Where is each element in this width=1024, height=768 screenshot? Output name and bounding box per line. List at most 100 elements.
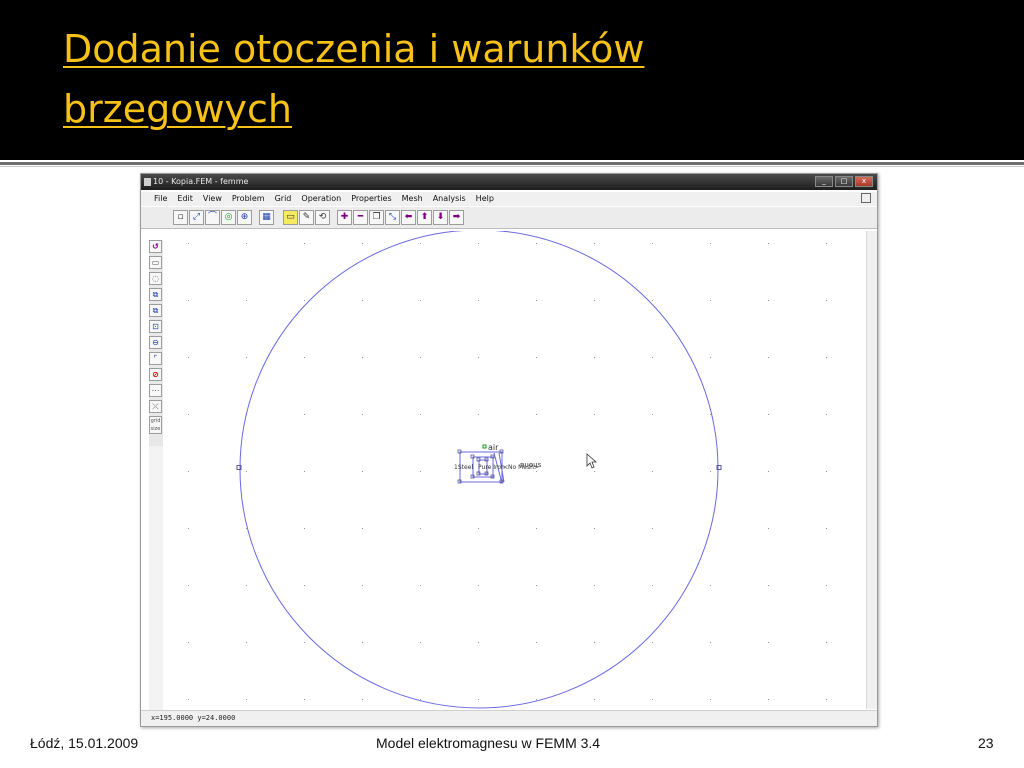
grid-dot (652, 528, 653, 529)
snap-grid-icon[interactable]: ⤫ (149, 400, 162, 413)
grid-dot (478, 585, 479, 586)
toolbar-grid-group: ▦ (259, 210, 274, 226)
grid-dot (768, 642, 769, 643)
pan-left-icon[interactable]: ⬅ (401, 210, 416, 225)
group-mode-icon[interactable]: ⊕ (237, 210, 252, 225)
restore-child-icon[interactable] (861, 193, 871, 203)
grid-dot (478, 243, 479, 244)
zoom-in-icon[interactable]: ✚ (337, 210, 352, 225)
undo-icon[interactable]: ↺ (149, 240, 162, 253)
toolbar-mesh-group: ▭ ✎ ⟲ (283, 210, 330, 226)
pan-right-icon[interactable]: ➡ (449, 210, 464, 225)
right-edge-panel (866, 231, 877, 709)
menu-help[interactable]: Help (471, 192, 499, 206)
block-label-mode-icon[interactable]: ◎ (221, 210, 236, 225)
grid-dot (652, 414, 653, 415)
grid-dot (826, 642, 827, 643)
left-toolbar-spacer (149, 446, 163, 714)
grid-dot (536, 300, 537, 301)
app-icon (144, 178, 151, 186)
copy-icon[interactable]: ⧉ (149, 288, 162, 301)
menu-edit[interactable]: Edit (172, 192, 198, 206)
zoom-window-icon[interactable]: ⤡ (385, 210, 400, 225)
block-marker-air[interactable] (482, 444, 487, 449)
grid-dot (536, 471, 537, 472)
menu-mesh[interactable]: Mesh (397, 192, 428, 206)
label-right-material-2: nuous (520, 461, 542, 469)
mouse-cursor-icon (586, 453, 598, 469)
title-divider-light (0, 166, 1024, 167)
grid-dot (594, 528, 595, 529)
grid-dot (362, 243, 363, 244)
grid-dot (304, 699, 305, 700)
maximize-button[interactable]: □ (835, 176, 853, 187)
grid-dot (362, 471, 363, 472)
grid-dot (304, 528, 305, 529)
node-mode-icon[interactable]: ▫ (173, 210, 188, 225)
grid-size-icon[interactable]: grid size (149, 416, 162, 434)
mesh-icon[interactable]: ▭ (283, 210, 298, 225)
grid-dot (362, 414, 363, 415)
grid-dot (188, 243, 189, 244)
grid-dot (304, 585, 305, 586)
grid-dot (536, 699, 537, 700)
grid-dot (710, 471, 711, 472)
menu-problem[interactable]: Problem (227, 192, 270, 206)
grid-dot (710, 357, 711, 358)
show-grid-icon[interactable]: ⋯ (149, 384, 162, 397)
grid-dot (710, 414, 711, 415)
grid-dot (304, 300, 305, 301)
scale-icon[interactable]: ⊡ (149, 320, 162, 333)
grid-dot (188, 528, 189, 529)
analyze-icon[interactable]: ✎ (299, 210, 314, 225)
select-rectangle-icon[interactable]: ▭ (149, 256, 162, 269)
grid-dot (594, 585, 595, 586)
fillet-icon[interactable]: ⌜ (149, 352, 162, 365)
segment-mode-icon[interactable]: ⤢ (189, 210, 204, 225)
grid-dot (826, 471, 827, 472)
label-air: air (488, 443, 499, 452)
menu-properties[interactable]: Properties (346, 192, 396, 206)
move-icon[interactable]: ⧉ (149, 304, 162, 317)
select-circle-icon[interactable]: ◌ (149, 272, 162, 285)
grid-dot (710, 300, 711, 301)
arc-mode-icon[interactable]: ⌒ (205, 210, 220, 225)
grid-dot (420, 528, 421, 529)
zoom-out-icon[interactable]: ━ (353, 210, 368, 225)
grid-dot (362, 528, 363, 529)
view-results-icon[interactable]: ⟲ (315, 210, 330, 225)
grid-dot (652, 300, 653, 301)
window-title-bar[interactable]: 10 - Kopia.FEM - femme _ □ x (141, 174, 877, 190)
menu-file[interactable]: File (149, 192, 172, 206)
grid-dot (246, 300, 247, 301)
grid-dot (304, 357, 305, 358)
delete-icon[interactable]: ⊘ (149, 368, 162, 381)
close-button[interactable]: x (855, 176, 873, 187)
grid-icon[interactable]: ▦ (259, 210, 274, 225)
grid-dot (826, 528, 827, 529)
grid-dot (188, 414, 189, 415)
minimize-button[interactable]: _ (815, 176, 833, 187)
grid-dot (420, 414, 421, 415)
mirror-icon[interactable]: ⊖ (149, 336, 162, 349)
slide-title-line-2: brzegowych (63, 87, 292, 131)
grid-dot (652, 585, 653, 586)
toolbar-drawing-group: ▫ ⤢ ⌒ ◎ ⊕ (173, 210, 252, 226)
title-divider (0, 162, 1024, 165)
grid-dot (826, 414, 827, 415)
menu-view[interactable]: View (198, 192, 227, 206)
grid-dot (826, 585, 827, 586)
menu-grid[interactable]: Grid (270, 192, 297, 206)
grid-dot (652, 699, 653, 700)
menu-operation[interactable]: Operation (296, 192, 346, 206)
drawing-canvas[interactable]: air 1Steel Pure Iron <No Mesh> nuous (168, 231, 866, 709)
grid-dot (188, 699, 189, 700)
pan-down-icon[interactable]: ⬇ (433, 210, 448, 225)
zoom-natural-icon[interactable]: ❐ (369, 210, 384, 225)
grid-dot (478, 357, 479, 358)
grid-dot (536, 357, 537, 358)
grid-dot (304, 471, 305, 472)
menu-analysis[interactable]: Analysis (428, 192, 471, 206)
grid-dot (188, 642, 189, 643)
pan-up-icon[interactable]: ⬆ (417, 210, 432, 225)
